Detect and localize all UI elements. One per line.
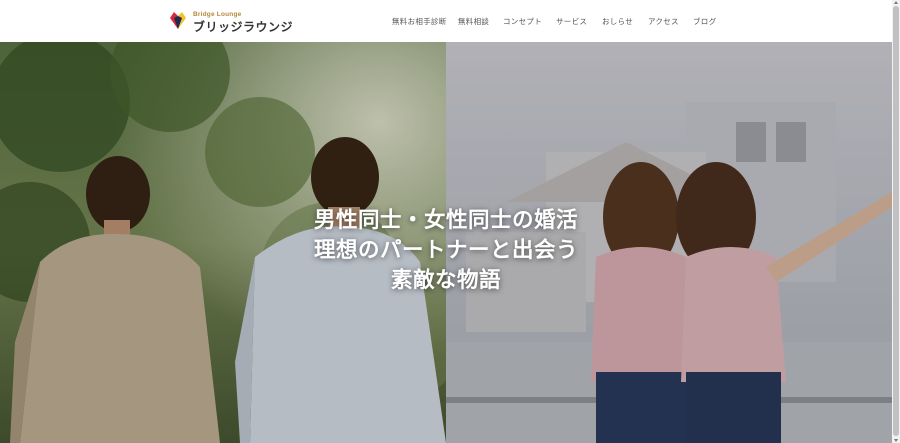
- nav-item-access[interactable]: アクセス: [648, 16, 679, 27]
- logo-subtitle: Bridge Lounge: [193, 11, 242, 18]
- hero-section: 男性同士・女性同士の婚活 理想のパートナーと出会う 素敵な物語: [0, 42, 892, 443]
- nav-item-blog[interactable]: ブログ: [693, 16, 716, 27]
- page-scrollbar[interactable]: [892, 0, 900, 443]
- scroll-down-icon[interactable]: [894, 439, 898, 442]
- nav-item-service[interactable]: サービス: [556, 16, 587, 27]
- hero-headline-line-3: 素敵な物語: [390, 268, 501, 293]
- nav-item-concept[interactable]: コンセプト: [503, 16, 542, 27]
- nav-item-free-matching[interactable]: 無料お相手診断: [392, 16, 447, 27]
- nav-item-free-consultation[interactable]: 無料相談: [458, 16, 489, 27]
- logo-title: ブリッジラウンジ: [193, 20, 294, 34]
- scrollbar-thumb[interactable]: [893, 6, 899, 436]
- scroll-up-icon[interactable]: [894, 1, 898, 4]
- site-header: Bridge Lounge ブリッジラウンジ 無料お相手診断 無料相談 コンセプ…: [0, 0, 892, 42]
- hero-headline-line-2: 理想のパートナーと出会う: [313, 238, 578, 263]
- nav-item-news[interactable]: おしらせ: [602, 16, 633, 27]
- site-logo[interactable]: Bridge Lounge ブリッジラウンジ: [169, 10, 293, 34]
- heart-diamond-icon: [170, 12, 186, 29]
- hero-headline-line-1: 男性同士・女性同士の婚活: [313, 208, 578, 233]
